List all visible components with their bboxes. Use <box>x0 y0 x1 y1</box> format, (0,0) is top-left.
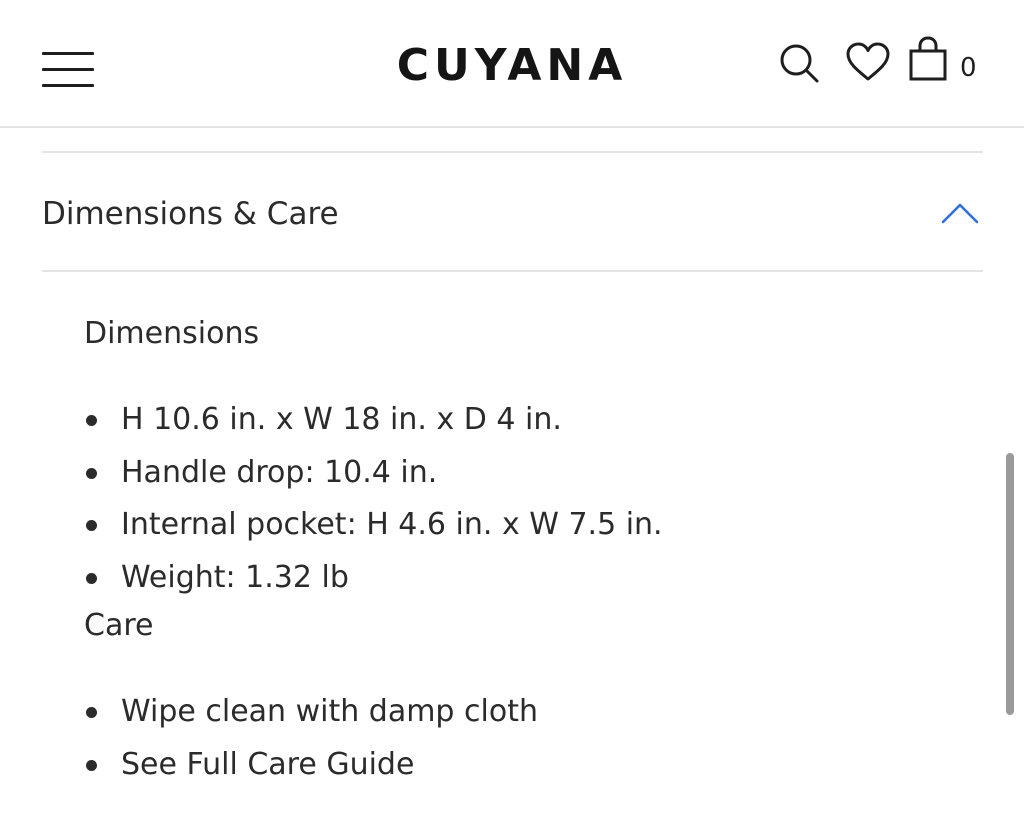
care-heading: Care <box>84 608 154 643</box>
care-guide-link[interactable]: See Full Care Guide <box>84 739 964 792</box>
section-divider <box>42 151 983 153</box>
heart-icon[interactable] <box>845 42 891 82</box>
cart-count-badge[interactable]: 0 <box>960 52 977 84</box>
list-item: Weight: 1.32 lb <box>84 552 964 605</box>
list-item: Wipe clean with damp cloth <box>84 686 964 739</box>
menu-icon[interactable] <box>40 48 96 92</box>
chevron-up-icon[interactable] <box>940 200 980 230</box>
care-list: Wipe clean with damp cloth See Full Care… <box>84 686 964 791</box>
site-header: CUYANA 0 <box>0 0 1024 128</box>
shopping-bag-icon[interactable] <box>908 36 950 82</box>
list-item: Handle drop: 10.4 in. <box>84 447 964 500</box>
search-icon[interactable] <box>778 42 820 84</box>
scrollbar-thumb[interactable] <box>1006 453 1014 715</box>
accordion-content: Dimensions H 10.6 in. x W 18 in. x D 4 i… <box>84 310 964 791</box>
accordion-title: Dimensions & Care <box>42 196 339 232</box>
list-item: Internal pocket: H 4.6 in. x W 7.5 in. <box>84 499 964 552</box>
dimensions-list: H 10.6 in. x W 18 in. x D 4 in. Handle d… <box>84 394 964 604</box>
list-item: H 10.6 in. x W 18 in. x D 4 in. <box>84 394 964 447</box>
dimensions-heading: Dimensions <box>84 316 260 351</box>
accordion-dimensions-care[interactable]: Dimensions & Care <box>42 178 983 252</box>
brand-logo[interactable]: CUYANA <box>312 36 712 96</box>
accordion-divider <box>42 270 983 272</box>
